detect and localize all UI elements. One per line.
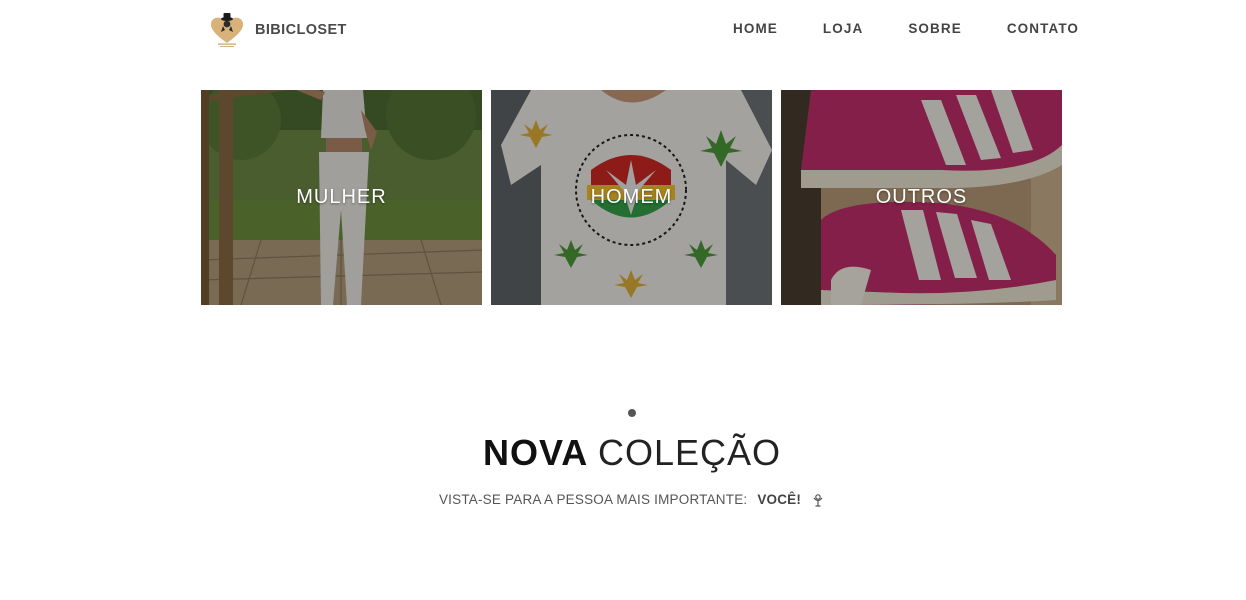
subtitle-emphasis: VOCÊ! [757, 492, 802, 507]
collection-title: NOVA COLEÇÃO [0, 432, 1246, 474]
heart-hat-logo-icon [207, 10, 247, 50]
nav-loja[interactable]: LOJA [823, 21, 863, 36]
nav-sobre[interactable]: SOBRE [908, 21, 962, 36]
collection-title-bold: NOVA [482, 432, 587, 473]
collection-subtitle: VISTA-SE PARA A PESSOA MAIS IMPORTANTE: … [0, 492, 1246, 508]
category-tile-outros[interactable]: OUTROS [781, 90, 1062, 305]
brand[interactable]: BIBICLOSET [207, 10, 347, 50]
category-tile-homem[interactable]: HOMEM [491, 90, 772, 305]
category-label: HOMEM [590, 186, 673, 208]
category-tile-mulher[interactable]: MULHER [201, 90, 482, 305]
category-label: OUTROS [875, 186, 968, 208]
category-tiles: MULHER HOMEM OUTROS [201, 90, 1062, 305]
subtitle-text: VISTA-SE PARA A PESSOA MAIS IMPORTANTE: [438, 492, 748, 507]
flower-icon [811, 493, 825, 508]
collection-title-light: COLEÇÃO [597, 432, 782, 473]
nav-home[interactable]: HOME [733, 21, 778, 36]
section-dot [628, 409, 636, 417]
nav-contato[interactable]: CONTATO [1007, 21, 1079, 36]
site-header: BIBICLOSET HOME LOJA SOBRE CONTATO [0, 0, 1246, 60]
brand-name: BIBICLOSET [255, 22, 347, 38]
main-nav: HOME LOJA SOBRE CONTATO [733, 21, 1079, 36]
category-label: MULHER [296, 186, 387, 208]
